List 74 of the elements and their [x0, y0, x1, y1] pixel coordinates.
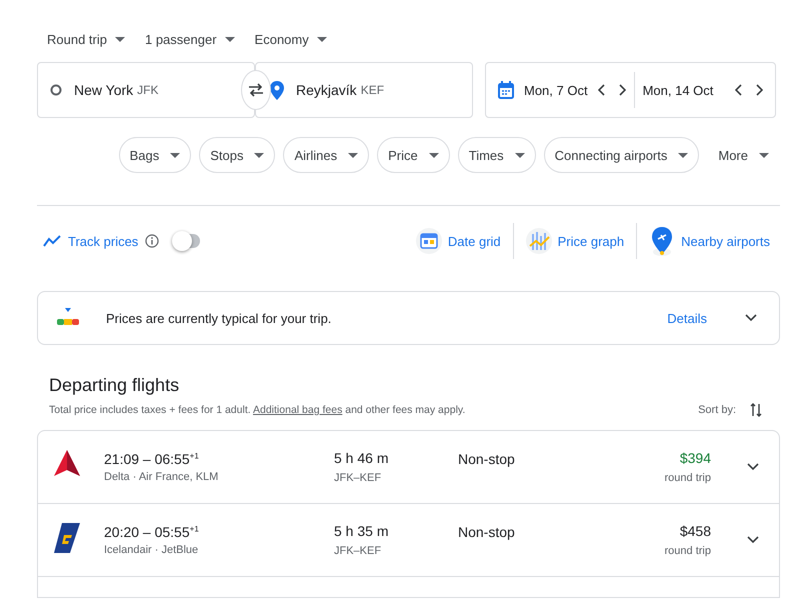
chevron-down-icon[interactable]: [747, 536, 759, 544]
return-date[interactable]: Mon, 14 Oct: [642, 82, 714, 98]
caret-icon: [759, 152, 769, 158]
destination-city: Reykjavík: [296, 82, 357, 98]
previous-icon[interactable]: [598, 84, 606, 96]
caret-icon: [224, 36, 235, 42]
price-note: Total price includes taxes + fees for 1 adult. Additional bag fees and other fees may apply.: [49, 404, 466, 416]
stops-text: Non-stop: [458, 451, 515, 467]
flight-route: JFK–KEF: [334, 472, 382, 484]
price-type: round trip: [664, 545, 711, 557]
flight-times: 20:20 – 05:55$^{+1}$: [104, 524, 200, 540]
tail-fin-logo-icon: [54, 522, 80, 552]
flight-row[interactable]: 21:09 – 06:55$^{+1}$ Delta · Air France, KLM 5 h 46 m JFK–KEF Non-stop $394 round trip: [38, 431, 779, 504]
filter-chip[interactable]: Bags: [118, 137, 192, 173]
bag-fees-link[interactable]: Additional bag fees: [253, 404, 342, 416]
flight-row[interactable]: 20:20 – 05:55$^{+1}$ Icelandair · JetBlue 5 h 35 m JFK–KEF Non-stop $458 round trip: [38, 504, 779, 577]
flight-route: JFK–KEF: [334, 545, 382, 557]
price-level-icon: [56, 308, 80, 328]
sort-label: Sort by:: [698, 404, 736, 416]
next-icon[interactable]: [755, 84, 763, 96]
tool-link[interactable]: Date grid: [416, 228, 501, 254]
track-prices-label: Track prices: [68, 234, 138, 248]
price-insight-text: Prices are currently typical for your trip.: [106, 310, 332, 326]
caret-icon: [316, 36, 327, 42]
flight-price: $394: [680, 450, 711, 466]
caret-icon: [678, 152, 688, 158]
filter-chip[interactable]: Connecting airports: [544, 137, 700, 173]
bar-graph-icon: [526, 228, 552, 254]
caret-icon: [348, 152, 358, 158]
origin-field[interactable]: New York JFK: [37, 62, 255, 118]
flight-times: 21:09 – 06:55$^{+1}$: [104, 451, 200, 467]
origin-city: New York: [74, 82, 134, 98]
previous-icon[interactable]: [735, 84, 743, 96]
caret-icon: [254, 152, 264, 158]
flight-duration: 5 h 46 m: [334, 450, 390, 466]
tool-link[interactable]: Price graph: [526, 228, 624, 254]
circle-icon: [50, 84, 62, 96]
section-title: Departing flights: [49, 375, 180, 396]
filter-chip[interactable]: Price: [377, 137, 450, 173]
filter-chip[interactable]: More: [707, 137, 780, 173]
caret-icon: [114, 36, 125, 42]
toggle-switch[interactable]: [174, 234, 200, 248]
sort-icon[interactable]: [750, 402, 762, 418]
swap-arrows-icon: [248, 83, 264, 97]
airline-names: Delta · Air France, KLM: [104, 471, 220, 483]
filter-chip[interactable]: Times: [458, 137, 536, 173]
airline-names: Icelandair · JetBlue: [104, 544, 200, 556]
flight-duration: 5 h 35 m: [334, 523, 390, 539]
origin-code: JFK: [137, 83, 158, 97]
trend-line-icon: [43, 235, 61, 247]
destination-code: KEF: [360, 83, 384, 97]
trip-option-dropdown[interactable]: 1 passenger: [138, 28, 241, 50]
calendar-icon: [416, 228, 442, 254]
stops-text: Non-stop: [458, 524, 515, 540]
filter-chip[interactable]: Stops: [199, 137, 276, 173]
trip-option-dropdown[interactable]: Round trip: [41, 28, 131, 50]
caret-icon: [514, 152, 525, 158]
chevron-down-icon[interactable]: [747, 463, 759, 471]
location-pin-icon: [270, 80, 284, 100]
chevron-down-icon[interactable]: [745, 314, 757, 322]
destination-field[interactable]: Reykjavík KEF: [255, 62, 473, 118]
filter-chip[interactable]: Airlines: [283, 137, 370, 173]
swap-button[interactable]: [241, 70, 271, 110]
calendar-icon: [498, 81, 514, 99]
info-icon[interactable]: [145, 234, 160, 248]
caret-icon: [428, 152, 439, 158]
trip-option-dropdown[interactable]: Economy: [248, 28, 333, 50]
departure-date[interactable]: Mon, 7 Oct: [524, 82, 588, 98]
price-type: round trip: [664, 472, 711, 484]
tool-link[interactable]: Nearby airports: [649, 226, 770, 256]
details-link[interactable]: Details: [667, 310, 707, 326]
flight-price: $458: [680, 523, 711, 539]
caret-icon: [170, 152, 180, 158]
next-icon[interactable]: [618, 84, 626, 96]
